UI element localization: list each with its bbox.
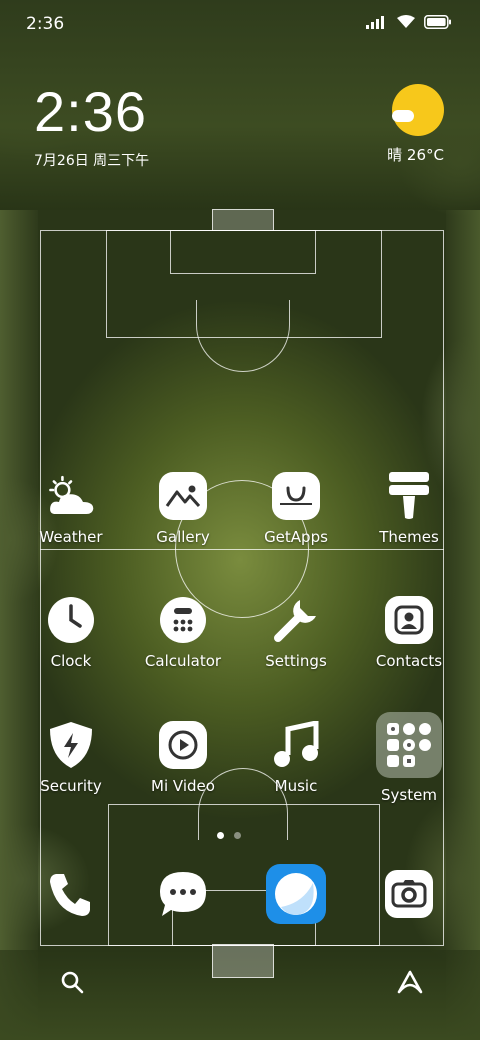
battery-icon <box>424 14 452 33</box>
app-label: GetApps <box>264 528 328 546</box>
app-label: Gallery <box>156 528 210 546</box>
dock-messages[interactable] <box>151 862 215 926</box>
widget-time: 2:36 <box>34 80 147 143</box>
signal-icon <box>366 14 388 33</box>
music-icon <box>272 721 320 769</box>
app-settings[interactable]: Settings <box>241 596 351 670</box>
app-label: System <box>381 786 437 804</box>
assistant-button[interactable] <box>394 966 426 998</box>
widget-date: 7月26日 周三下午 <box>34 153 150 169</box>
app-music[interactable]: Music <box>241 721 351 795</box>
system-folder-icon <box>376 712 442 778</box>
app-label: Settings <box>265 652 327 670</box>
contacts-icon <box>385 596 433 644</box>
dock-browser[interactable] <box>264 862 328 926</box>
app-themes[interactable]: Themes <box>354 472 464 546</box>
page-dot-2[interactable] <box>234 832 241 839</box>
video-icon <box>159 721 207 769</box>
weather-temp: 晴 26°C <box>387 146 444 164</box>
app-label: Weather <box>39 528 103 546</box>
search-icon <box>61 971 84 994</box>
settings-icon <box>272 596 320 644</box>
status-bar: 2:36 <box>0 0 480 48</box>
app-label: Calculator <box>144 652 222 670</box>
goal-top <box>212 209 274 231</box>
dock-camera[interactable] <box>377 862 441 926</box>
clock-widget[interactable]: 2:36 7月26日 周三下午 <box>34 82 149 170</box>
app-security[interactable]: Security <box>16 721 126 795</box>
weather-icon <box>47 472 95 520</box>
page-indicator[interactable] <box>217 832 241 839</box>
app-label: Themes <box>379 528 439 546</box>
wifi-icon <box>396 14 416 33</box>
app-clock[interactable]: Clock <box>16 596 126 670</box>
goal-area-top <box>170 230 316 274</box>
messages-icon <box>160 872 206 916</box>
app-label: Security <box>40 777 102 795</box>
app-label: Mi Video <box>151 777 215 795</box>
phone-icon <box>50 874 90 916</box>
status-time: 2:36 <box>26 14 65 34</box>
app-weather[interactable]: Weather <box>16 472 126 546</box>
clock-icon <box>47 596 95 644</box>
security-icon <box>47 721 95 769</box>
app-system-folder[interactable]: System <box>354 712 464 804</box>
app-mi-video[interactable]: Mi Video <box>128 721 238 795</box>
browser-icon <box>266 864 326 924</box>
app-getapps[interactable]: GetApps <box>241 472 351 546</box>
sun-cloud-icon <box>392 84 444 136</box>
app-label: Contacts <box>375 652 443 670</box>
goal-bottom <box>212 944 274 978</box>
dock-phone[interactable] <box>38 862 102 926</box>
app-calculator[interactable]: Calculator <box>128 596 238 670</box>
getapps-icon <box>272 472 320 520</box>
app-label: Clock <box>50 652 92 670</box>
weather-widget[interactable]: 晴 26°C <box>387 84 444 165</box>
page-dot-1[interactable] <box>217 832 224 839</box>
themes-icon <box>385 472 433 520</box>
calculator-icon <box>159 596 207 644</box>
status-icons <box>366 14 452 33</box>
assistant-icon <box>397 970 423 994</box>
app-gallery[interactable]: Gallery <box>128 472 238 546</box>
app-label: Music <box>274 777 318 795</box>
gallery-icon <box>159 472 207 520</box>
app-contacts[interactable]: Contacts <box>354 596 464 670</box>
camera-icon <box>385 870 433 918</box>
search-button[interactable] <box>56 966 88 998</box>
